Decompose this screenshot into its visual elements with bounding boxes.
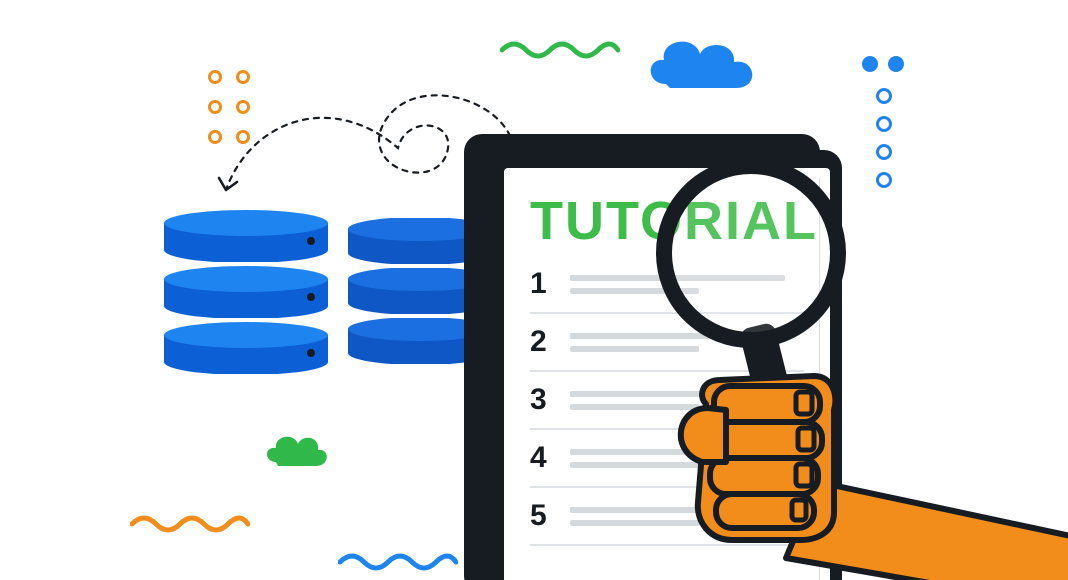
cloud-icon <box>262 432 328 470</box>
orange-squiggle-icon <box>130 510 250 534</box>
green-squiggle-icon <box>500 36 620 60</box>
blue-dot-icon <box>888 56 904 72</box>
step-number: 3 <box>530 383 556 417</box>
magnifier-icon <box>656 158 846 348</box>
illustration-stage: TUTORIAL 1 2 3 4 5 <box>0 0 1068 580</box>
hand-icon <box>668 362 1068 580</box>
blue-squiggle-icon <box>338 548 458 572</box>
step-number: 4 <box>530 441 556 475</box>
step-number: 5 <box>530 499 556 533</box>
blue-circle-icon <box>876 172 892 188</box>
magnifier-lens-icon <box>656 158 846 348</box>
cloud-icon <box>640 32 760 94</box>
step-number: 1 <box>530 267 556 301</box>
step-number: 2 <box>530 325 556 359</box>
blue-circle-icon <box>876 88 892 104</box>
blue-dot-icon <box>862 56 878 72</box>
blue-circle-icon <box>876 144 892 160</box>
blue-circle-icon <box>876 116 892 132</box>
